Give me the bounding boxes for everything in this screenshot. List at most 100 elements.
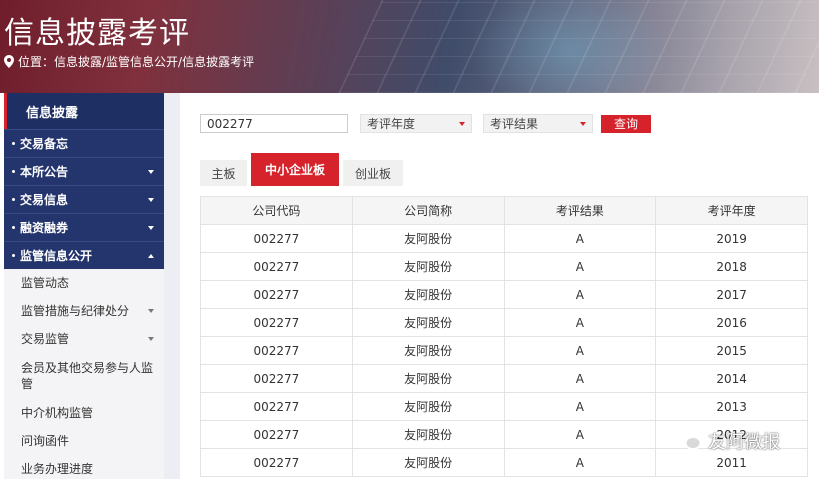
year-select-label: 考评年度: [367, 117, 416, 131]
bullet-icon: [12, 198, 15, 201]
submenu-item-intermediary-supervision[interactable]: 中介机构监管: [4, 399, 164, 427]
table-row: 002277 友阿股份 A 2017: [200, 280, 808, 309]
cell-year: 2019: [655, 224, 808, 253]
sidebar-item-announcements[interactable]: 本所公告: [4, 157, 164, 185]
cell-company-code: 002277: [200, 308, 353, 337]
submenu-item-business-progress[interactable]: 业务办理进度: [4, 455, 164, 479]
chevron-down-icon: [148, 337, 154, 341]
chevron-down-icon: [148, 197, 154, 202]
cell-company-name: 友阿股份: [351, 420, 505, 449]
cell-result: A: [503, 308, 657, 337]
sidebar-item-trading-memo[interactable]: 交易备忘: [4, 129, 164, 157]
table-row: 002277 友阿股份 A 2019: [200, 224, 808, 253]
cell-result: A: [503, 280, 657, 309]
sidebar-item-label: 本所公告: [20, 165, 69, 179]
column-header: 考评年度: [655, 196, 808, 225]
chevron-down-icon: [148, 225, 154, 230]
cell-company-code: 002277: [200, 448, 353, 477]
header-banner: 信息披露考评 位置：信息披露/监管信息公开/信息披露考评: [0, 0, 819, 93]
cell-company-code: 002277: [200, 280, 353, 309]
cell-result: A: [503, 448, 657, 477]
column-header: 公司代码: [200, 196, 353, 225]
submenu-item-label: 会员及其他交易参与人监管: [21, 361, 154, 391]
cell-company-code: 002277: [200, 392, 353, 421]
chevron-up-icon: [148, 253, 154, 258]
sidebar-item-label: 融资融券: [20, 221, 69, 235]
tab-main-board[interactable]: 主板: [200, 160, 247, 186]
cell-company-name: 友阿股份: [351, 224, 505, 253]
submenu-item-trading-supervision[interactable]: 交易监管: [4, 325, 164, 353]
cell-result: A: [503, 252, 657, 281]
result-select-label: 考评结果: [490, 117, 539, 131]
sidebar-item-trading-info[interactable]: 交易信息: [4, 185, 164, 213]
tab-chinext-board[interactable]: 创业板: [343, 160, 403, 186]
submenu-item-label: 业务办理进度: [21, 462, 94, 476]
column-header: 考评结果: [503, 196, 657, 225]
cell-company-name: 友阿股份: [351, 252, 505, 281]
cell-company-name: 友阿股份: [351, 364, 505, 393]
sidebar-item-label: 交易备忘: [20, 137, 69, 151]
table-row: 002277 友阿股份 A 2018: [200, 252, 808, 281]
bullet-icon: [12, 142, 15, 145]
chevron-down-icon: [580, 121, 586, 126]
cell-company-code: 002277: [200, 224, 353, 253]
sidebar-item-regulatory-disclosure[interactable]: 监管信息公开: [4, 241, 164, 269]
cell-year: 2015: [655, 336, 808, 365]
cell-year: 2013: [655, 392, 808, 421]
breadcrumb: 位置：信息披露/监管信息公开/信息披露考评: [4, 53, 254, 70]
board-tabs: 主板 中小企业板 创业板: [200, 153, 407, 186]
sidebar-item-label: 监管信息公开: [20, 249, 93, 263]
cell-result: A: [503, 392, 657, 421]
sidebar-item-label: 交易信息: [20, 193, 69, 207]
filter-bar: 考评年度 考评结果 查询: [200, 114, 651, 133]
breadcrumb-text: 位置：信息披露/监管信息公开/信息披露考评: [18, 55, 255, 69]
cell-result: A: [503, 420, 657, 449]
submenu-item-disciplinary-actions[interactable]: 监管措施与纪律处分: [4, 297, 164, 325]
cell-result: A: [503, 336, 657, 365]
table-row: 002277 友阿股份 A 2015: [200, 336, 808, 365]
location-pin-icon: [4, 55, 14, 68]
table-header-row: 公司代码 公司简称 考评结果 考评年度: [200, 196, 808, 225]
chevron-down-icon: [459, 121, 465, 126]
bullet-icon: [12, 254, 15, 257]
year-select[interactable]: 考评年度: [360, 114, 472, 133]
submenu-item-label: 交易监管: [21, 332, 70, 346]
sidebar-header: 信息披露: [4, 93, 164, 129]
submenu-item-label: 问询函件: [21, 434, 70, 448]
submenu-item-label: 监管措施与纪律处分: [21, 304, 130, 318]
cell-year: 2018: [655, 252, 808, 281]
query-button[interactable]: 查询: [601, 114, 651, 133]
bullet-icon: [12, 170, 15, 173]
table-row: 002277 友阿股份 A 2016: [200, 308, 808, 337]
watermark: 友阿微报: [676, 428, 780, 454]
sidebar-divider: [164, 93, 180, 479]
cell-company-name: 友阿股份: [351, 280, 505, 309]
column-header: 公司简称: [351, 196, 505, 225]
cell-company-name: 友阿股份: [351, 448, 505, 477]
sidebar: 信息披露 交易备忘 本所公告 交易信息 融资融券 监管信息公开 监管动态 监管措…: [4, 93, 164, 479]
cell-result: A: [503, 364, 657, 393]
wechat-icon: [676, 430, 702, 450]
tab-sme-board[interactable]: 中小企业板: [251, 153, 339, 186]
banner-background-graphic: [338, 0, 819, 93]
chevron-down-icon: [148, 309, 154, 313]
page-title: 信息披露考评: [4, 16, 190, 51]
cell-company-code: 002277: [200, 252, 353, 281]
submenu-item-inquiry-letters[interactable]: 问询函件: [4, 427, 164, 455]
main-content: 考评年度 考评结果 查询 主板 中小企业板 创业板 公司代码 公司简称 考评结果…: [180, 93, 819, 479]
submenu-item-regulatory-news[interactable]: 监管动态: [4, 269, 164, 297]
sidebar-item-margin-trading[interactable]: 融资融券: [4, 213, 164, 241]
table-row: 002277 友阿股份 A 2013: [200, 392, 808, 421]
company-code-input[interactable]: [200, 114, 348, 133]
cell-company-name: 友阿股份: [351, 392, 505, 421]
cell-result: A: [503, 224, 657, 253]
table-row: 002277 友阿股份 A 2014: [200, 364, 808, 393]
cell-company-name: 友阿股份: [351, 336, 505, 365]
cell-company-code: 002277: [200, 364, 353, 393]
cell-company-name: 友阿股份: [351, 308, 505, 337]
submenu-item-member-supervision[interactable]: 会员及其他交易参与人监管: [4, 353, 164, 399]
cell-year: 2017: [655, 280, 808, 309]
result-select[interactable]: 考评结果: [483, 114, 593, 133]
watermark-text: 友阿微报: [708, 432, 780, 453]
chevron-down-icon: [148, 169, 154, 174]
